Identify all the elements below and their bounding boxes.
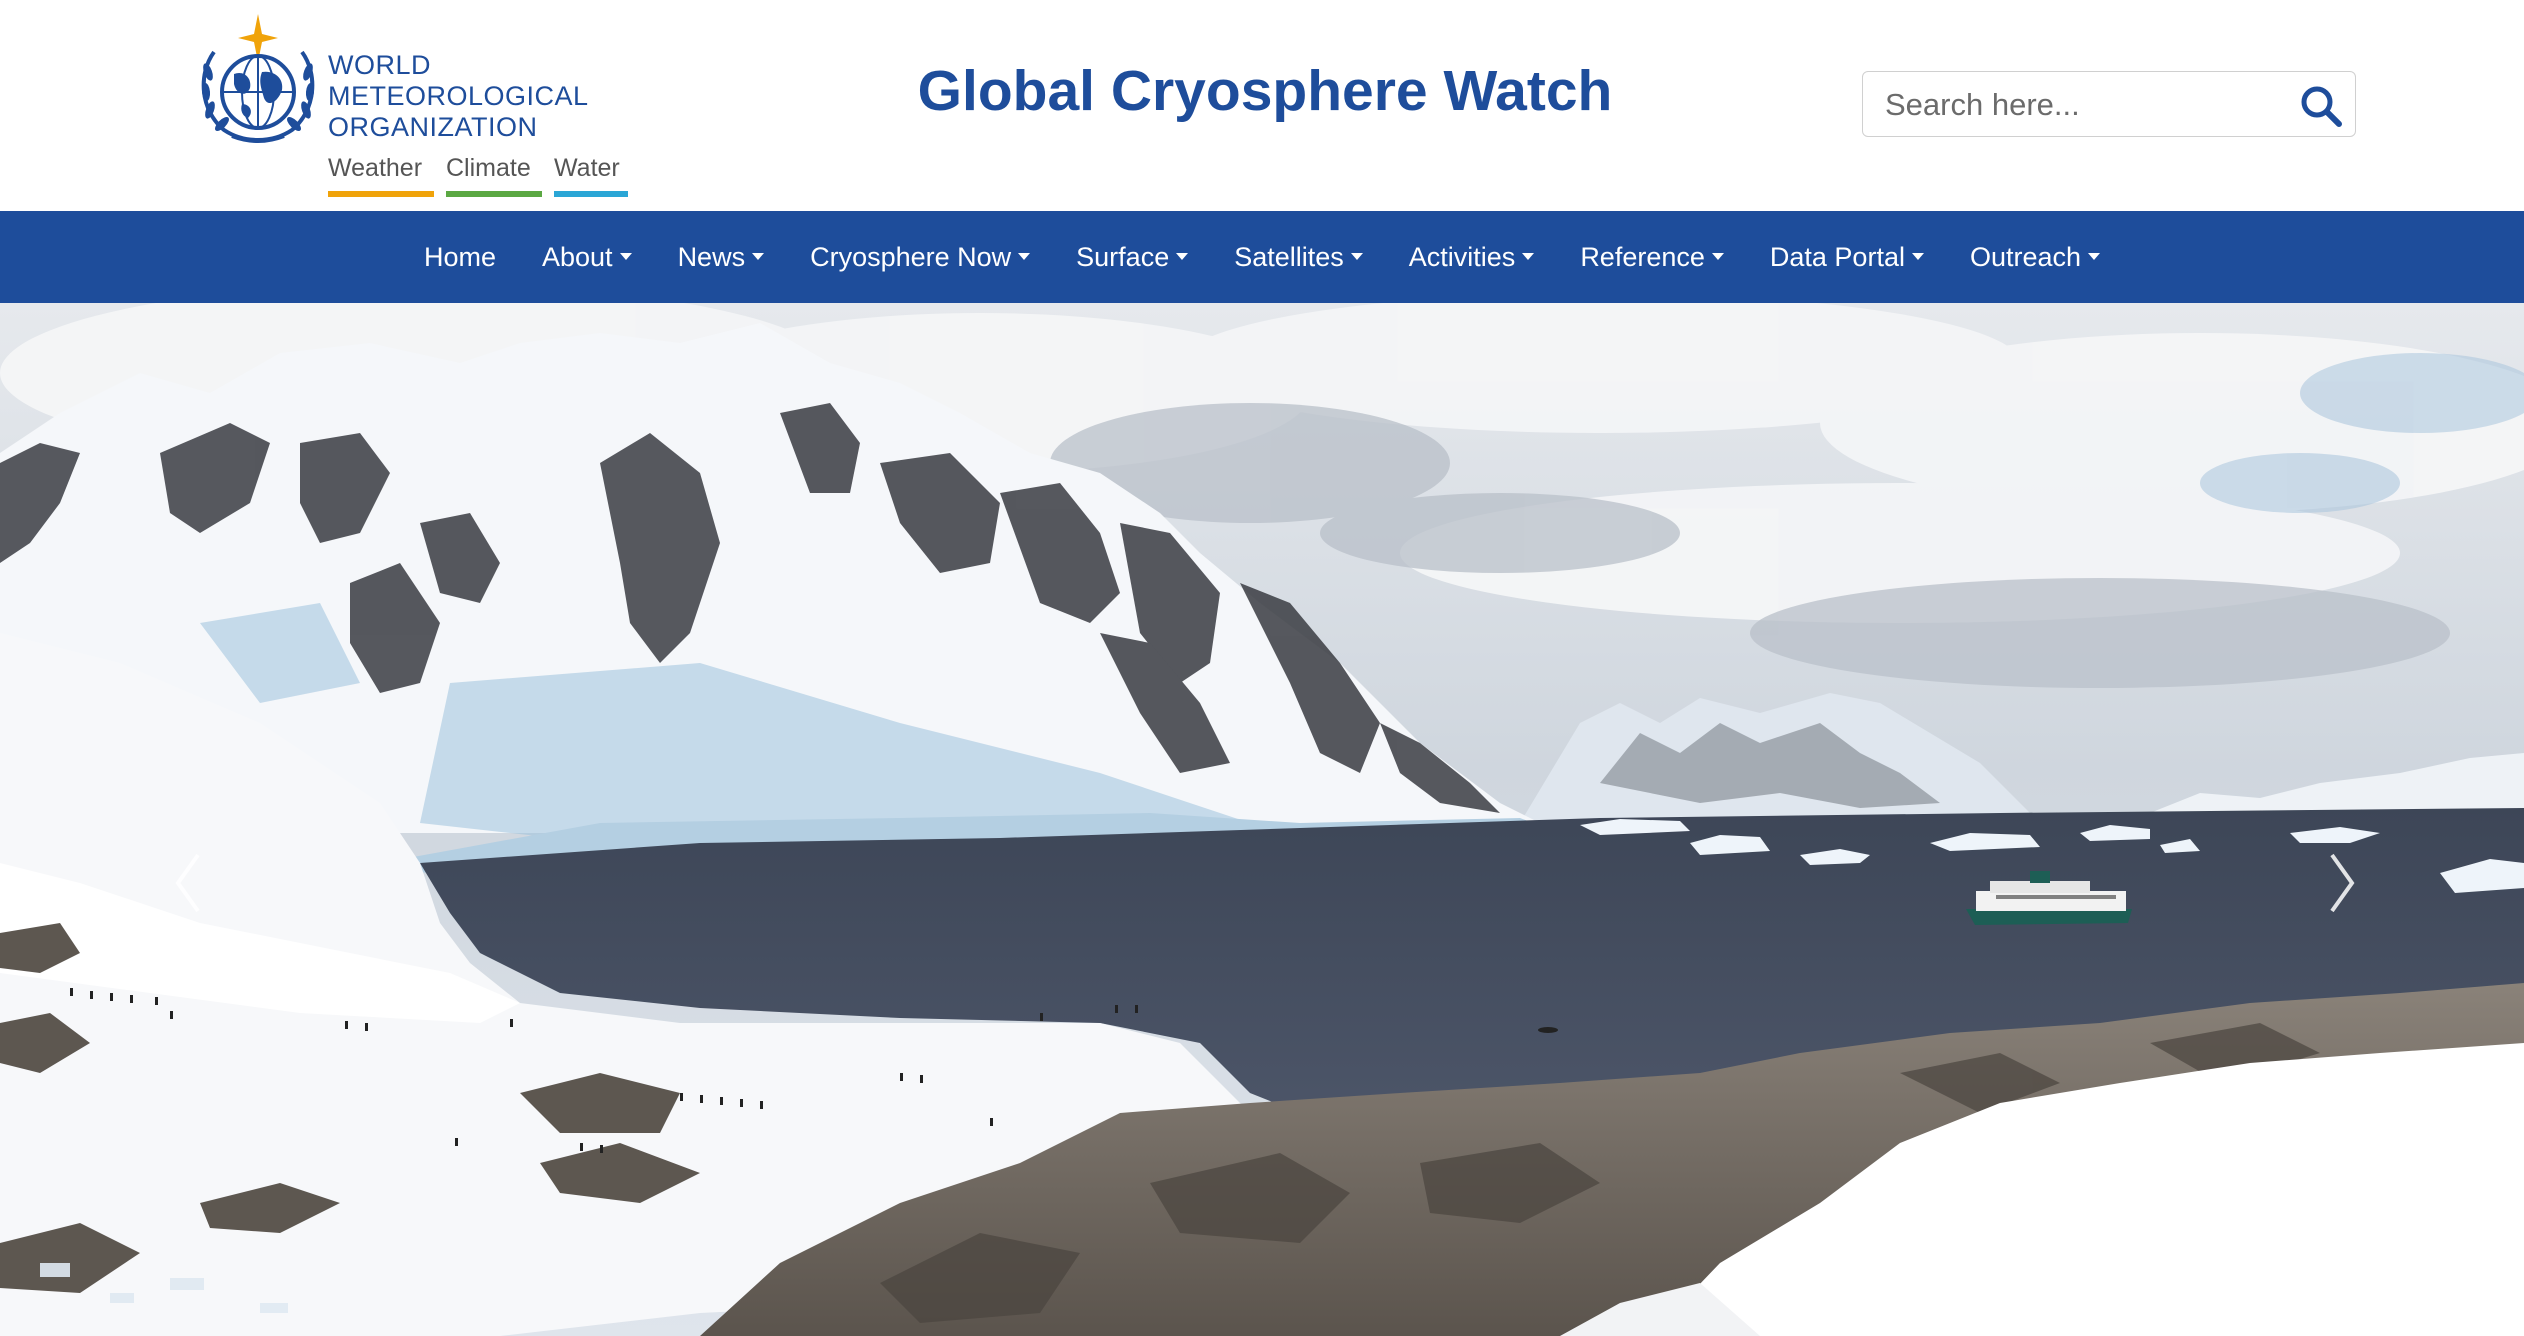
caret-down-icon	[752, 252, 765, 260]
hero-carousel	[0, 303, 2524, 1336]
wmo-logo[interactable]: WORLD METEOROLOGICAL ORGANIZATION Weathe…	[196, 12, 636, 197]
nav-item-label: Reference	[1580, 241, 1705, 272]
caret-down-icon	[1176, 252, 1189, 260]
tagline-label: Water	[554, 154, 620, 182]
nav-list: Home About News Cryosphere Now Surface S…	[0, 211, 2524, 303]
tagline-bar	[554, 191, 628, 197]
tagline-label: Weather	[328, 154, 423, 182]
nav-item-cryosphere-now[interactable]: Cryosphere Now	[787, 211, 1053, 303]
nav-item-label: Data Portal	[1769, 241, 1905, 272]
nav-item-label: Satellites	[1234, 241, 1344, 272]
nav-item-activities[interactable]: Activities	[1386, 211, 1558, 303]
caret-down-icon	[1911, 252, 1924, 260]
nav-item-label: About	[542, 241, 613, 272]
nav-item-label: Activities	[1408, 241, 1516, 272]
organization-name-line: METEOROLOGICAL	[328, 81, 589, 111]
caret-down-icon	[2088, 252, 2101, 260]
nav-item-label: Home	[423, 241, 496, 272]
tagline-water: Water	[554, 154, 628, 197]
nav-item-data-portal[interactable]: Data Portal	[1747, 211, 1947, 303]
caret-down-icon	[1350, 252, 1363, 260]
chevron-right-icon	[2330, 853, 2355, 913]
carousel-next-button[interactable]	[2322, 843, 2362, 923]
organization-name-line: WORLD	[328, 50, 431, 80]
tagline-label: Climate	[446, 154, 531, 182]
tagline-climate: Climate	[446, 154, 542, 197]
hero-image	[0, 303, 2524, 1336]
site-title[interactable]: Global Cryosphere Watch	[900, 58, 1630, 124]
nav-item-news[interactable]: News	[655, 211, 788, 303]
search-input[interactable]	[1883, 80, 2287, 130]
nav-item-home[interactable]: Home	[401, 211, 519, 303]
site-header: WORLD METEOROLOGICAL ORGANIZATION Weathe…	[0, 0, 2524, 211]
tagline-bar	[328, 191, 434, 197]
nav-item-label: News	[677, 241, 746, 272]
nav-item-label: Surface	[1076, 241, 1170, 272]
chevron-left-icon	[175, 853, 200, 913]
nav-item-label: Cryosphere Now	[810, 241, 1012, 272]
nav-item-label: Outreach	[1969, 241, 2082, 272]
search-icon[interactable]	[2299, 84, 2343, 128]
caret-down-icon	[1522, 252, 1535, 260]
tagline-bar	[446, 191, 542, 197]
tagline-weather: Weather	[328, 154, 434, 197]
nav-item-about[interactable]: About	[519, 211, 655, 303]
nav-item-outreach[interactable]: Outreach	[1947, 211, 2123, 303]
wmo-emblem-icon	[201, 14, 315, 143]
organization-name: WORLD METEOROLOGICAL ORGANIZATION	[328, 50, 589, 143]
nav-item-satellites[interactable]: Satellites	[1211, 211, 1386, 303]
caret-down-icon	[1711, 252, 1724, 260]
carousel-prev-button[interactable]	[168, 843, 208, 923]
main-navigation: Home About News Cryosphere Now Surface S…	[0, 211, 2524, 303]
caret-down-icon	[619, 252, 632, 260]
nav-item-surface[interactable]: Surface	[1053, 211, 1211, 303]
nav-item-reference[interactable]: Reference	[1557, 211, 1747, 303]
organization-name-line: ORGANIZATION	[328, 112, 538, 142]
caret-down-icon	[1018, 252, 1031, 260]
search-box[interactable]	[1862, 71, 2356, 137]
